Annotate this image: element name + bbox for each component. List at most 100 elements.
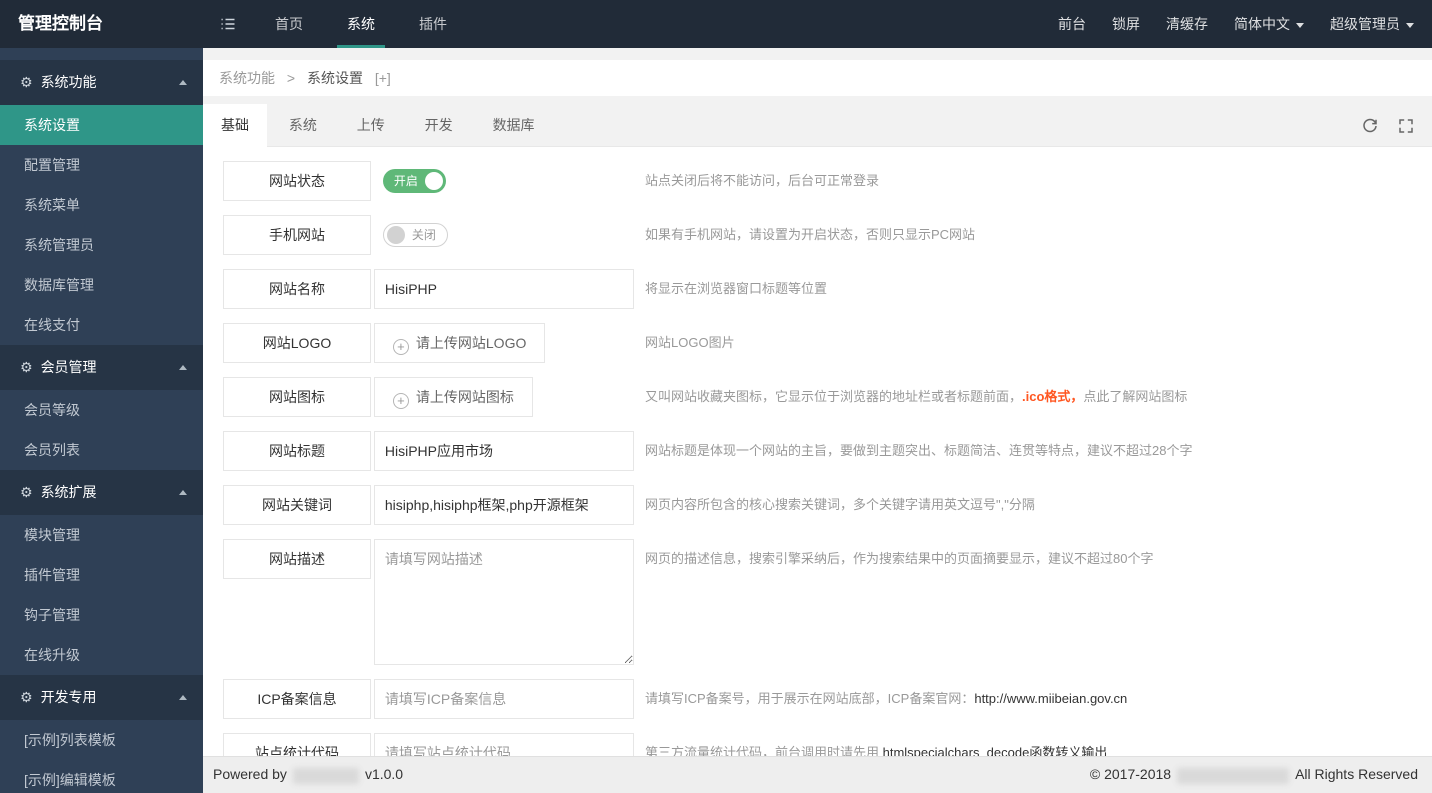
field-hint: 网站标题是体现一个网站的主旨，要做到主题突出、标题简洁、连贯等特点，建议不超过2… [645,443,1193,458]
language-dropdown[interactable]: 简体中文 [1234,0,1304,48]
hint-text: 请填写ICP备案号，用于展示在网站底部，ICP备案官网： [645,691,975,706]
form-row-icp: ICP备案信息 请填写ICP备案号，用于展示在网站底部，ICP备案官网：http… [223,679,1412,719]
chevron-up-icon [179,695,187,700]
field-label: 网站图标 [223,377,371,417]
settings-card: 基础 系统 上传 开发 数据库 网站状态 开启 站点关闭后将不能访问，后台可正常… [203,104,1432,756]
toggle-knob [424,172,443,190]
field-label: 网站标题 [223,431,371,471]
hint-icp-url: http://www.miibeian.gov.cn [974,691,1128,706]
sidebar-item-modules[interactable]: 模块管理 [0,515,203,555]
sidebar-item-upgrade[interactable]: 在线升级 [0,635,203,675]
sidebar-item-hooks[interactable]: 钩子管理 [0,595,203,635]
breadcrumb-current: 系统设置 [306,70,363,86]
hint-text: 第三方流量统计代码，前台调用时请先用 [645,745,883,756]
upload-button-label: 请上传网站图标 [415,389,514,405]
sidebar-item-menu[interactable]: 系统菜单 [0,185,203,225]
sidebar-section-header-system[interactable]: ⚙ 系统功能 [0,60,203,105]
mobile-site-toggle[interactable]: 关闭 [382,223,448,247]
language-label: 简体中文 [1234,16,1290,32]
stats-code-input[interactable] [373,733,634,756]
username-label: 超级管理员 [1330,16,1400,32]
nav-system[interactable]: 系统 [325,0,397,48]
field-hint: 又叫网站收藏夹图标，它显示位于浏览器的地址栏或者标题前面，.ico格式，点此了解… [645,377,1187,417]
field-label: 手机网站 [223,215,371,255]
tab-upload[interactable]: 上传 [339,104,403,147]
site-name-input[interactable] [373,269,634,309]
nav-home[interactable]: 首页 [253,0,325,48]
sidebar-item-database[interactable]: 数据库管理 [0,265,203,305]
sidebar-item-admins[interactable]: 系统管理员 [0,225,203,265]
sidebar-section-members: ⚙ 会员管理 会员等级 会员列表 [0,345,203,470]
sidebar-item-settings[interactable]: 系统设置 [0,105,203,145]
gear-icon: ⚙ [20,359,33,375]
field-label: 网站LOGO [223,323,371,363]
form-row-site-description: 网站描述 网页的描述信息，搜索引擎采纳后，作为搜索结果中的页面摘要显示，建议不超… [223,539,1412,665]
field-label: 网站状态 [223,161,371,201]
favicon-help-link[interactable]: 点此了解网站图标 [1083,389,1187,404]
sidebar-section-title: 系统扩展 [40,484,97,500]
icp-input[interactable] [373,679,634,719]
sidebar-item-plugins[interactable]: 插件管理 [0,555,203,595]
main-content: 系统功能 > 系统设置 [+] 基础 系统 上传 开发 数据库 网站状态 开启 … [203,48,1432,793]
sidebar-item-example-edit[interactable]: [示例]编辑模板 [0,760,203,793]
toggle-knob [386,226,405,244]
caret-down-icon [1296,23,1304,32]
sidebar-item-member-levels[interactable]: 会员等级 [0,390,203,430]
action-clear-cache[interactable]: 清缓存 [1166,0,1208,48]
nav-plugins[interactable]: 插件 [397,0,469,48]
sidebar-item-member-list[interactable]: 会员列表 [0,430,203,470]
toggle-off-label: 关闭 [411,228,436,242]
form-row-stats-code: 站点统计代码 第三方流量统计代码，前台调用时请先用 htmlspecialcha… [223,733,1412,756]
field-label: 网站关键词 [223,485,371,525]
sidebar-section-header-members[interactable]: ⚙ 会员管理 [0,345,203,390]
hint-function-name: htmlspecialchars_decode函数转义输出 [882,745,1108,756]
field-hint: 网页内容所包含的核心搜索关键词，多个关键字请用英文逗号","分隔 [645,497,1035,512]
settings-form: 网站状态 开启 站点关闭后将不能访问，后台可正常登录 手机网站 关闭 如果有手机… [203,147,1432,756]
add-tab-button[interactable]: [+] [375,70,391,86]
sidebar-section-title: 会员管理 [40,359,97,375]
plus-circle-icon: + [392,393,409,409]
site-title-input[interactable] [373,431,634,471]
sidebar-section-header-dev[interactable]: ⚙ 开发专用 [0,675,203,720]
sidebar-item-config[interactable]: 配置管理 [0,145,203,185]
footer: Powered by v1.0.0 © 2017-2018 All Rights R… [203,756,1432,793]
sidebar: ⚙ 系统功能 系统设置 配置管理 系统菜单 系统管理员 数据库管理 在线支付 ⚙ 会… [0,48,203,793]
tab-dev[interactable]: 开发 [407,104,471,147]
upload-logo-button[interactable]: + 请上传网站LOGO [373,323,546,363]
user-dropdown[interactable]: 超级管理员 [1330,0,1414,48]
rights-label: All Rights Reserved [1295,766,1418,783]
site-keywords-input[interactable] [373,485,634,525]
field-hint: 网站LOGO图片 [645,335,735,350]
form-row-site-favicon: 网站图标 + 请上传网站图标 又叫网站收藏夹图标，它显示位于浏览器的地址栏或者标题… [223,377,1412,417]
footer-copyright: © 2017-2018 All Rights Reserved [1089,766,1418,784]
sidebar-item-example-list[interactable]: [示例]列表模板 [0,720,203,760]
fullscreen-icon[interactable] [1398,118,1414,134]
upload-favicon-button[interactable]: + 请上传网站图标 [373,377,533,417]
tab-basic[interactable]: 基础 [203,104,267,148]
topbar-actions: 前台 锁屏 清缓存 简体中文 超级管理员 [1032,0,1432,48]
menu-toggle-icon[interactable] [203,0,253,48]
field-label: 站点统计代码 [223,733,371,756]
top-nav: 首页 系统 插件 [253,0,469,48]
refresh-icon[interactable] [1362,118,1378,134]
sidebar-item-payment[interactable]: 在线支付 [0,305,203,345]
masked-text [1177,767,1290,784]
gear-icon: ⚙ [20,74,33,90]
form-row-site-logo: 网站LOGO + 请上传网站LOGO 网站LOGO图片 [223,323,1412,363]
site-status-toggle[interactable]: 开启 [382,169,446,193]
sidebar-section-title: 系统功能 [40,74,97,90]
masked-text [292,767,359,784]
sidebar-section-header-extensions[interactable]: ⚙ 系统扩展 [0,470,203,515]
tab-system[interactable]: 系统 [271,104,335,147]
form-row-site-status: 网站状态 开启 站点关闭后将不能访问，后台可正常登录 [223,161,1412,201]
copyright-years-label: © 2017-2018 [1089,766,1172,783]
site-description-textarea[interactable] [373,539,634,665]
tab-bar: 基础 系统 上传 开发 数据库 [203,104,1432,148]
field-label: ICP备案信息 [223,679,371,719]
action-frontend[interactable]: 前台 [1058,0,1086,48]
sidebar-section-system: ⚙ 系统功能 系统设置 配置管理 系统菜单 系统管理员 数据库管理 在线支付 [0,60,203,345]
tab-database[interactable]: 数据库 [475,104,553,147]
breadcrumb-parent[interactable]: 系统功能 [219,70,275,86]
hint-text: 又叫网站收藏夹图标，它显示位于浏览器的地址栏或者标题前面， [645,389,1023,404]
action-lock-screen[interactable]: 锁屏 [1112,0,1140,48]
